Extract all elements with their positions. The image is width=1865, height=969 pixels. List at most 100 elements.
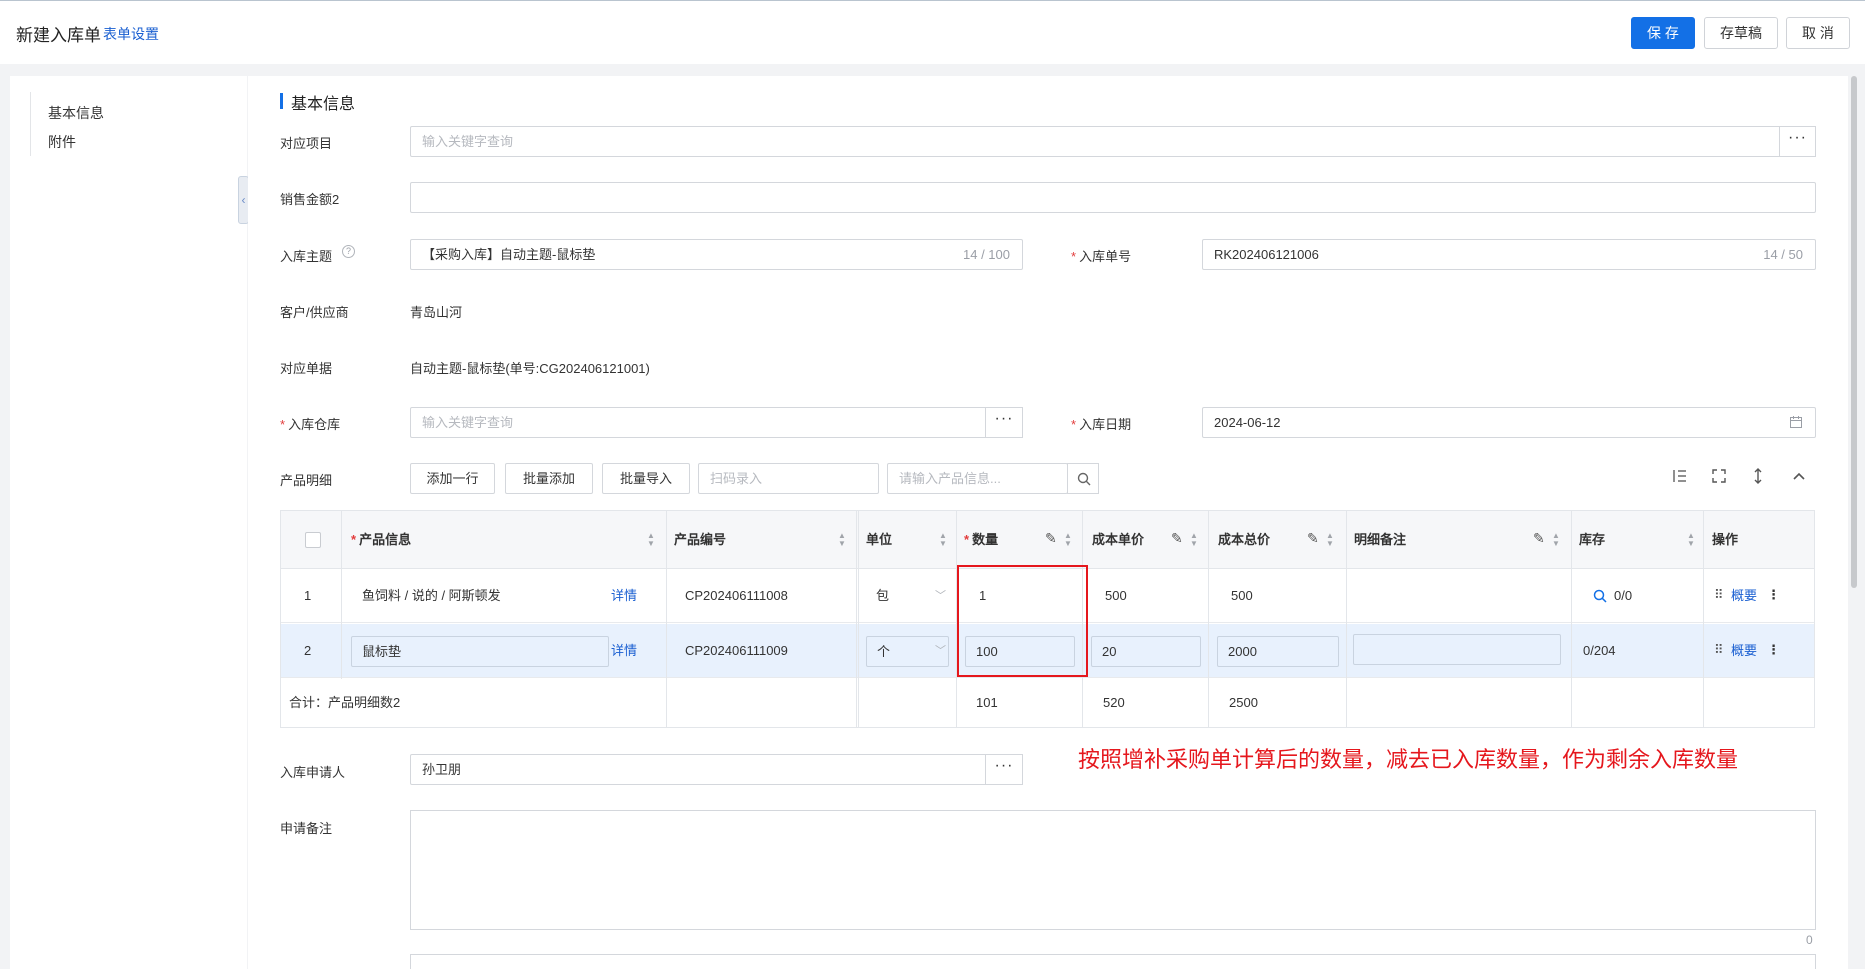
edit-unit-cost-icon[interactable]: ✎ bbox=[1171, 530, 1183, 547]
page-scrollbar[interactable] bbox=[1849, 76, 1859, 969]
warehouse-label-text: 入库仓库 bbox=[288, 417, 341, 432]
edit-remark-icon[interactable]: ✎ bbox=[1533, 530, 1545, 547]
sidebar-item-attachment[interactable]: 附件 bbox=[48, 132, 76, 152]
product-name-input[interactable]: 鼠标垫 bbox=[351, 636, 609, 667]
sort-product-icon[interactable]: ▲ ▼ bbox=[647, 532, 655, 548]
warehouse-picker-button[interactable]: ··· bbox=[985, 407, 1023, 438]
drag-handle-icon[interactable]: ⠿ bbox=[1714, 640, 1724, 660]
date-value: 2024-06-12 bbox=[1214, 415, 1281, 430]
sort-total-cost-icon[interactable]: ▲ ▼ bbox=[1326, 532, 1334, 548]
page-title: 新建入库单 bbox=[16, 26, 101, 45]
th-qty[interactable]: * 数量 bbox=[964, 511, 998, 569]
th-stock[interactable]: 库存 bbox=[1579, 511, 1605, 569]
project-picker-button[interactable]: ··· bbox=[1779, 126, 1816, 157]
scan-input[interactable]: 扫码录入 bbox=[698, 463, 879, 494]
order-no-input[interactable]: RK202406121006 14 / 50 bbox=[1202, 239, 1816, 270]
drag-handle-icon[interactable]: ⠿ bbox=[1714, 585, 1724, 605]
subject-input[interactable]: 【采购入库】自动主题-鼠标垫 14 / 100 bbox=[410, 239, 1023, 270]
sort-unit-cost-icon[interactable]: ▲ ▼ bbox=[1190, 532, 1198, 548]
edit-total-cost-icon[interactable]: ✎ bbox=[1307, 530, 1319, 547]
col-divider bbox=[858, 511, 859, 727]
chevron-down-icon[interactable]: ﹀ bbox=[935, 586, 946, 606]
product-detail-link[interactable]: 详情 bbox=[611, 586, 637, 606]
remark-textarea[interactable] bbox=[410, 810, 1816, 930]
more-icon[interactable]: ⋮ bbox=[1767, 640, 1780, 660]
stock-search-icon[interactable] bbox=[1593, 589, 1607, 603]
chevron-up-icon[interactable] bbox=[1788, 467, 1810, 489]
warehouse-input[interactable]: 输入关键字查询 bbox=[410, 407, 987, 438]
order-no-char-count: 14 / 50 bbox=[1763, 247, 1803, 262]
th-code[interactable]: 产品编号 bbox=[674, 511, 726, 569]
th-product[interactable]: * 产品信息 bbox=[351, 511, 411, 569]
cancel-button[interactable]: 取 消 bbox=[1786, 17, 1850, 49]
source-doc-label: 对应单据 bbox=[280, 361, 333, 376]
th-ops: 操作 bbox=[1712, 532, 1739, 547]
project-input[interactable]: 输入关键字查询 bbox=[410, 126, 1781, 157]
sidebar-item-basic-info[interactable]: 基本信息 bbox=[48, 103, 104, 123]
calendar-icon[interactable] bbox=[1789, 415, 1803, 429]
search-icon bbox=[1077, 472, 1091, 486]
more-icon[interactable]: ⋮ bbox=[1767, 585, 1780, 605]
customer-value: 青岛山河 bbox=[410, 305, 463, 320]
order-no-label-text: 入库单号 bbox=[1079, 249, 1132, 264]
sort-remark-icon[interactable]: ▲ ▼ bbox=[1552, 532, 1560, 548]
save-draft-button[interactable]: 存草稿 bbox=[1704, 17, 1778, 49]
stock-value: 0/204 bbox=[1583, 643, 1616, 658]
fullscreen-icon[interactable] bbox=[1708, 467, 1730, 489]
sidebar: 基本信息 附件 bbox=[10, 76, 247, 969]
date-label-text: 入库日期 bbox=[1079, 417, 1132, 432]
th-remark[interactable]: 明细备注 bbox=[1354, 511, 1406, 569]
remark-input[interactable] bbox=[1353, 634, 1561, 665]
annotation-note: 按照增补采购单计算后的数量，减去已入库数量，作为剩余入库数量 bbox=[1078, 747, 1739, 772]
th-unit-cost[interactable]: 成本单价 bbox=[1092, 511, 1144, 569]
summary-unit-cost: 520 bbox=[1103, 695, 1125, 710]
product-name: 鱼饲料 / 说的 / 阿斯顿发 bbox=[362, 588, 501, 603]
row-density-icon[interactable] bbox=[1669, 467, 1691, 489]
order-no-value: RK202406121006 bbox=[1214, 247, 1319, 262]
sales-amount-input[interactable] bbox=[410, 182, 1816, 213]
summary-link[interactable]: 概要 bbox=[1731, 586, 1757, 606]
sort-unit-icon[interactable]: ▲ ▼ bbox=[939, 532, 947, 548]
summary-total-cost: 2500 bbox=[1229, 695, 1258, 710]
help-icon[interactable]: ? bbox=[342, 245, 355, 258]
source-doc-value: 自动主题-鼠标垫(单号:CG202406121001) bbox=[410, 361, 650, 376]
sort-stock-icon[interactable]: ▲ ▼ bbox=[1687, 532, 1695, 548]
scrollbar-thumb[interactable] bbox=[1851, 76, 1857, 588]
section-title: 基本信息 bbox=[291, 96, 356, 113]
total-cost-value[interactable]: 500 bbox=[1231, 586, 1253, 606]
th-unit[interactable]: 单位 bbox=[866, 511, 892, 569]
applicant-picker-button[interactable]: ··· bbox=[985, 754, 1023, 785]
summary-label: 合计：产品明细数2 bbox=[289, 695, 401, 710]
batch-import-button[interactable]: 批量导入 bbox=[602, 463, 690, 494]
product-search-input[interactable]: 请输入产品信息... bbox=[887, 463, 1068, 494]
unit-cost-input[interactable]: 20 bbox=[1091, 636, 1201, 667]
batch-add-button[interactable]: 批量添加 bbox=[505, 463, 593, 494]
next-field-input[interactable] bbox=[410, 954, 1816, 969]
save-button[interactable]: 保 存 bbox=[1631, 17, 1695, 49]
remark-label: 申请备注 bbox=[280, 821, 333, 836]
product-code: CP202406111008 bbox=[685, 588, 788, 603]
edit-qty-icon[interactable]: ✎ bbox=[1045, 530, 1057, 547]
chevron-down-icon[interactable]: ﹀ bbox=[935, 641, 946, 661]
expand-vertical-icon[interactable] bbox=[1747, 467, 1769, 489]
applicant-input[interactable]: 孙卫朋 bbox=[410, 754, 987, 785]
col-divider bbox=[1703, 511, 1704, 727]
table-header-row: * 产品信息 ▲ ▼ 产品编号 ▲ ▼ 单位 ▲ ▼ * 数量 ✎ ▲ ▼ 成本单价 ✎ ▲… bbox=[281, 511, 1814, 569]
sort-code-icon[interactable]: ▲ ▼ bbox=[838, 532, 846, 548]
select-all-checkbox[interactable] bbox=[305, 532, 321, 548]
row-index: 1 bbox=[304, 588, 312, 603]
product-detail-label: 产品明细 bbox=[280, 473, 333, 488]
product-code: CP202406111009 bbox=[685, 643, 788, 658]
form-settings-link[interactable]: 表单设置 bbox=[103, 24, 159, 44]
product-search-button[interactable] bbox=[1067, 463, 1099, 494]
add-row-button[interactable]: 添加一行 bbox=[410, 463, 495, 494]
summary-link[interactable]: 概要 bbox=[1731, 641, 1757, 661]
unit-cost-value[interactable]: 500 bbox=[1105, 586, 1127, 606]
date-input[interactable]: 2024-06-12 bbox=[1202, 407, 1816, 438]
th-total-cost[interactable]: 成本总价 bbox=[1218, 511, 1270, 569]
total-cost-input[interactable]: 2000 bbox=[1217, 636, 1339, 667]
product-detail-link[interactable]: 详情 bbox=[611, 641, 637, 661]
customer-label: 客户/供应商 bbox=[280, 305, 349, 320]
unit-select[interactable]: 包 bbox=[876, 586, 889, 606]
sort-qty-icon[interactable]: ▲ ▼ bbox=[1064, 532, 1072, 548]
